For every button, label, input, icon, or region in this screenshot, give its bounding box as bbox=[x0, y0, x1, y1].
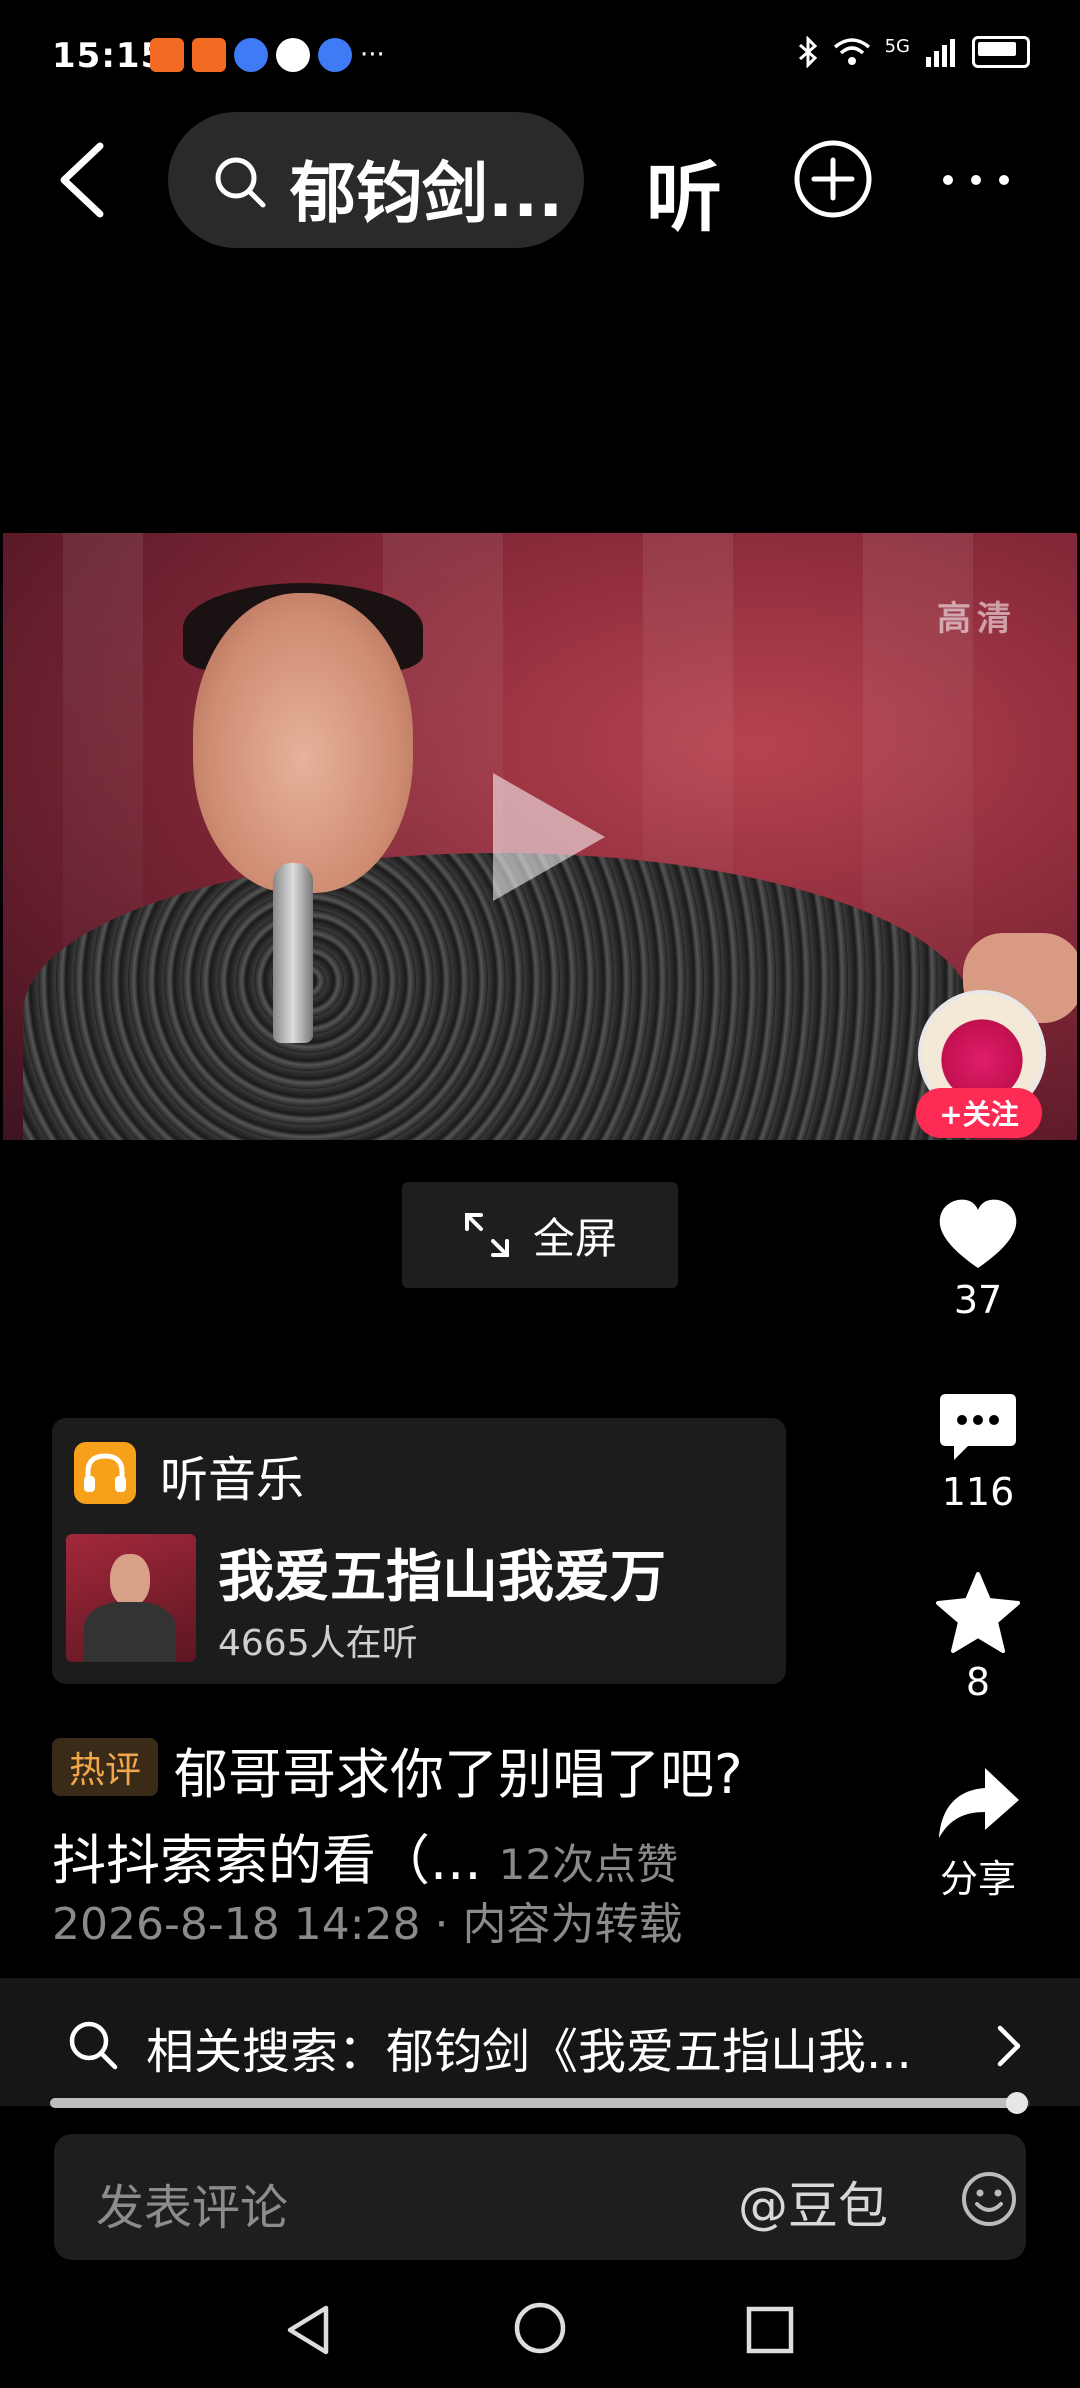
more-options-button[interactable] bbox=[940, 160, 1012, 200]
app-notification-icon bbox=[150, 38, 184, 72]
hot-comment-text: 抖抖索索的看（... bbox=[52, 1829, 482, 1892]
system-back-button[interactable] bbox=[280, 2302, 336, 2358]
search-icon bbox=[215, 157, 266, 208]
share-label: 分享 bbox=[939, 1857, 1016, 1901]
app-notification-icon bbox=[192, 38, 226, 72]
song-cover[interactable] bbox=[66, 1534, 196, 1662]
star-icon bbox=[936, 1572, 1020, 1653]
progress-handle[interactable] bbox=[1006, 2092, 1029, 2114]
share-action[interactable]: 分享 bbox=[920, 1766, 1036, 1903]
follow-button[interactable]: +关注 bbox=[916, 1088, 1042, 1138]
search-query[interactable]: 郁钧剑... bbox=[290, 140, 563, 236]
comment-count: 116 bbox=[941, 1470, 1015, 1514]
chevron-right-icon[interactable] bbox=[990, 2024, 1026, 2068]
more-notifications-icon: ··· bbox=[360, 40, 385, 70]
headphones-icon bbox=[74, 1442, 136, 1504]
fullscreen-button[interactable]: 全屏 bbox=[402, 1182, 678, 1288]
comment-placeholder[interactable]: 发表评论 bbox=[96, 2168, 288, 2238]
battery-icon bbox=[972, 36, 1030, 68]
system-recents-button[interactable] bbox=[744, 2304, 796, 2356]
favorite-action[interactable]: 8 bbox=[920, 1572, 1036, 1704]
bluetooth-icon bbox=[798, 36, 817, 68]
status-right: 5G bbox=[797, 36, 1030, 68]
song-title[interactable]: 我爱五指山我爱万 bbox=[218, 1532, 666, 1613]
hot-comment-line2[interactable]: 抖抖索索的看（... 12次点赞 bbox=[52, 1816, 678, 1895]
app-notification-icon bbox=[318, 38, 352, 72]
video-player[interactable]: 高清 bbox=[3, 533, 1077, 1140]
listener-count: 4665人在听 bbox=[218, 1623, 418, 1664]
related-search-text[interactable]: 相关搜索：郁钧剑《我爱五指山我... bbox=[146, 2012, 912, 2082]
listen-button[interactable]: 听 bbox=[646, 136, 722, 246]
hot-comment-line1[interactable]: 郁哥哥求你了别唱了吧? bbox=[174, 1730, 743, 1809]
comment-action[interactable]: 116 bbox=[920, 1392, 1036, 1514]
comment-icon bbox=[940, 1394, 1016, 1460]
status-bar: 15:15 ··· 5G bbox=[0, 0, 1080, 110]
expand-icon bbox=[464, 1213, 509, 1257]
add-button[interactable] bbox=[792, 138, 874, 220]
like-action[interactable]: 37 bbox=[920, 1196, 1036, 1322]
status-time: 15:15 bbox=[52, 36, 166, 76]
favorite-count: 8 bbox=[965, 1660, 991, 1704]
microphone bbox=[273, 863, 313, 1043]
search-icon bbox=[69, 2021, 118, 2070]
heart-icon bbox=[939, 1199, 1017, 1268]
network-type: 5G bbox=[884, 36, 910, 57]
hot-comment-likes: 12次点赞 bbox=[498, 1840, 679, 1889]
play-icon[interactable] bbox=[493, 773, 605, 901]
system-home-button[interactable] bbox=[512, 2300, 568, 2356]
hot-comment-badge: 热评 bbox=[52, 1738, 158, 1796]
notification-icons: ··· bbox=[150, 38, 385, 72]
hd-watermark: 高清 bbox=[937, 599, 1017, 639]
fullscreen-label: 全屏 bbox=[532, 1213, 617, 1263]
like-count: 37 bbox=[953, 1278, 1003, 1322]
back-button[interactable] bbox=[50, 140, 120, 220]
app-notification-icon bbox=[234, 38, 268, 72]
progress-fill bbox=[50, 2098, 1018, 2108]
signal-icon bbox=[926, 39, 955, 67]
chat-notification-icon bbox=[276, 38, 310, 72]
share-icon bbox=[939, 1768, 1019, 1838]
post-meta: 2026-8-18 14:28 · 内容为转载 bbox=[52, 1899, 683, 1950]
video-progress-bar[interactable] bbox=[50, 2092, 1030, 2114]
mention-doubao-button[interactable]: @豆包 bbox=[738, 2166, 888, 2238]
wifi-icon bbox=[833, 38, 870, 65]
emoji-icon[interactable] bbox=[960, 2170, 1018, 2228]
music-section-label: 听音乐 bbox=[160, 1452, 305, 1508]
